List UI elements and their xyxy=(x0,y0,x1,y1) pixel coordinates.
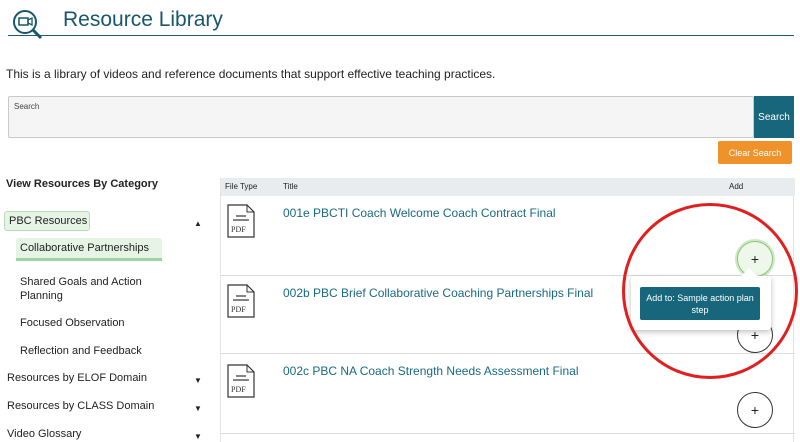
pdf-file-icon: PDF xyxy=(227,204,255,238)
caret-up-icon[interactable]: ▲ xyxy=(194,219,202,228)
column-header-title: Title xyxy=(283,182,298,191)
document-title-link[interactable]: 002b PBC Brief Collaborative Coaching Pa… xyxy=(283,286,593,300)
clear-search-button[interactable]: Clear Search xyxy=(718,141,792,164)
column-header-add: Add xyxy=(729,182,744,191)
video-search-icon xyxy=(13,10,43,40)
add-button[interactable]: + xyxy=(737,392,773,428)
search-field[interactable]: Search xyxy=(8,96,754,138)
file-type-label: PDF xyxy=(231,305,246,314)
sidebar-item-elof-domain[interactable]: Resources by ELOF Domain xyxy=(7,372,147,384)
page-header: Resource Library xyxy=(8,4,794,40)
highlight-circle xyxy=(622,203,798,379)
pdf-file-icon: PDF xyxy=(227,364,255,398)
column-header-file-type: File Type xyxy=(225,182,258,191)
sidebar-item-pbc-resources[interactable]: PBC Resources xyxy=(4,211,90,231)
sidebar-item-shared-goals[interactable]: Shared Goals and Action Planning xyxy=(20,275,170,303)
sidebar-heading: View Resources By Category xyxy=(6,178,159,190)
sidebar-item-focused-observation[interactable]: Focused Observation xyxy=(20,317,125,329)
page-title: Resource Library xyxy=(63,8,223,31)
search-input[interactable] xyxy=(13,111,749,135)
sidebar-item-video-glossary[interactable]: Video Glossary xyxy=(7,428,81,440)
sidebar-item-collaborative-partnerships[interactable]: Collaborative Partnerships xyxy=(16,238,162,261)
caret-down-icon[interactable]: ▼ xyxy=(194,432,202,441)
sidebar-item-reflection-feedback[interactable]: Reflection and Feedback xyxy=(20,345,142,357)
document-title-link[interactable]: 001e PBCTI Coach Welcome Coach Contract … xyxy=(283,206,556,220)
caret-down-icon[interactable]: ▼ xyxy=(194,404,202,413)
table-header: File Type Title Add xyxy=(221,178,795,196)
document-title-link[interactable]: 002c PBC NA Coach Strength Needs Assessm… xyxy=(283,364,578,378)
search-label: Search xyxy=(14,102,40,111)
caret-down-icon[interactable]: ▼ xyxy=(194,376,202,385)
file-type-label: PDF xyxy=(231,225,246,234)
sidebar-item-class-domain[interactable]: Resources by CLASS Domain xyxy=(7,400,154,412)
pdf-file-icon: PDF xyxy=(227,284,255,318)
intro-text: This is a library of videos and referenc… xyxy=(6,67,496,81)
search-button[interactable]: Search xyxy=(754,96,794,138)
file-type-label: PDF xyxy=(231,385,246,394)
